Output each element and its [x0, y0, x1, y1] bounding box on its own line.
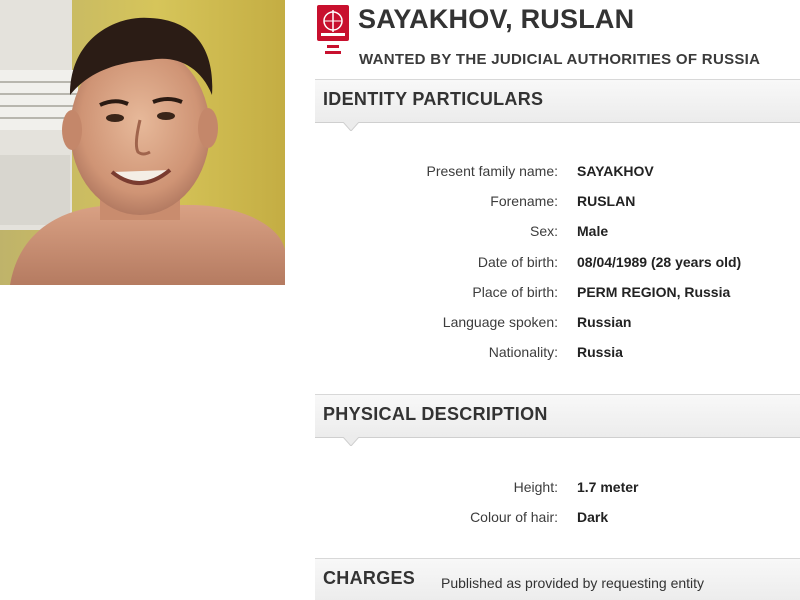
field-label: Height: — [513, 479, 558, 495]
person-photo — [0, 0, 285, 285]
field-value: SAYAKHOV — [577, 163, 654, 179]
field-value: Dark — [577, 509, 609, 525]
physical-field-hair-colour: Colour of hair: Dark — [315, 509, 800, 531]
identity-field-date-of-birth: Date of birth: 08/04/1989 (28 years old) — [315, 254, 800, 276]
identity-section-title: IDENTITY PARTICULARS — [323, 89, 544, 109]
field-label: Place of birth: — [472, 284, 558, 300]
field-label: Language spoken: — [442, 314, 558, 330]
field-value: Russia — [577, 344, 623, 360]
identity-field-language: Language spoken: Russian — [315, 314, 800, 336]
notice-page: SAYAKHOV, RUSLAN WANTED BY THE JUDICIAL … — [0, 0, 800, 600]
charges-section-header: CHARGES Published as provided by request… — [315, 558, 800, 600]
identity-field-sex: Sex: Male — [315, 223, 800, 245]
wanted-subtitle: WANTED BY THE JUDICIAL AUTHORITIES OF RU… — [359, 51, 761, 68]
field-label: Nationality: — [488, 344, 558, 360]
field-label: Date of birth: — [477, 254, 558, 270]
field-label: Colour of hair: — [470, 509, 558, 525]
physical-field-height: Height: 1.7 meter — [315, 479, 800, 501]
field-value: Male — [577, 223, 609, 239]
field-label: Forename: — [490, 193, 558, 209]
charges-section-title: CHARGES — [323, 568, 416, 588]
identity-field-nationality: Nationality: Russia — [315, 344, 800, 366]
field-value: 08/04/1989 (28 years old) — [577, 254, 742, 270]
identity-field-forename: Forename: RUSLAN — [315, 193, 800, 215]
interpol-logo-icon — [315, 5, 351, 57]
physical-section-title: PHYSICAL DESCRIPTION — [323, 404, 548, 424]
charges-note: Published as provided by requesting enti… — [441, 575, 705, 591]
identity-field-place-of-birth: Place of birth: PERM REGION, Russia — [315, 284, 800, 306]
field-value: Russian — [577, 314, 632, 330]
section-pointer-icon — [343, 122, 359, 131]
field-label: Sex: — [529, 223, 558, 239]
section-pointer-icon — [343, 437, 359, 446]
field-value: 1.7 meter — [577, 479, 639, 495]
field-label: Present family name: — [426, 163, 559, 179]
identity-section-header: IDENTITY PARTICULARS — [315, 79, 800, 131]
field-value: RUSLAN — [577, 193, 636, 209]
identity-field-family-name: Present family name: SAYAKHOV — [315, 163, 800, 185]
person-name: SAYAKHOV, RUSLAN — [358, 4, 635, 34]
physical-section-header: PHYSICAL DESCRIPTION — [315, 394, 800, 446]
field-value: PERM REGION, Russia — [577, 284, 731, 300]
